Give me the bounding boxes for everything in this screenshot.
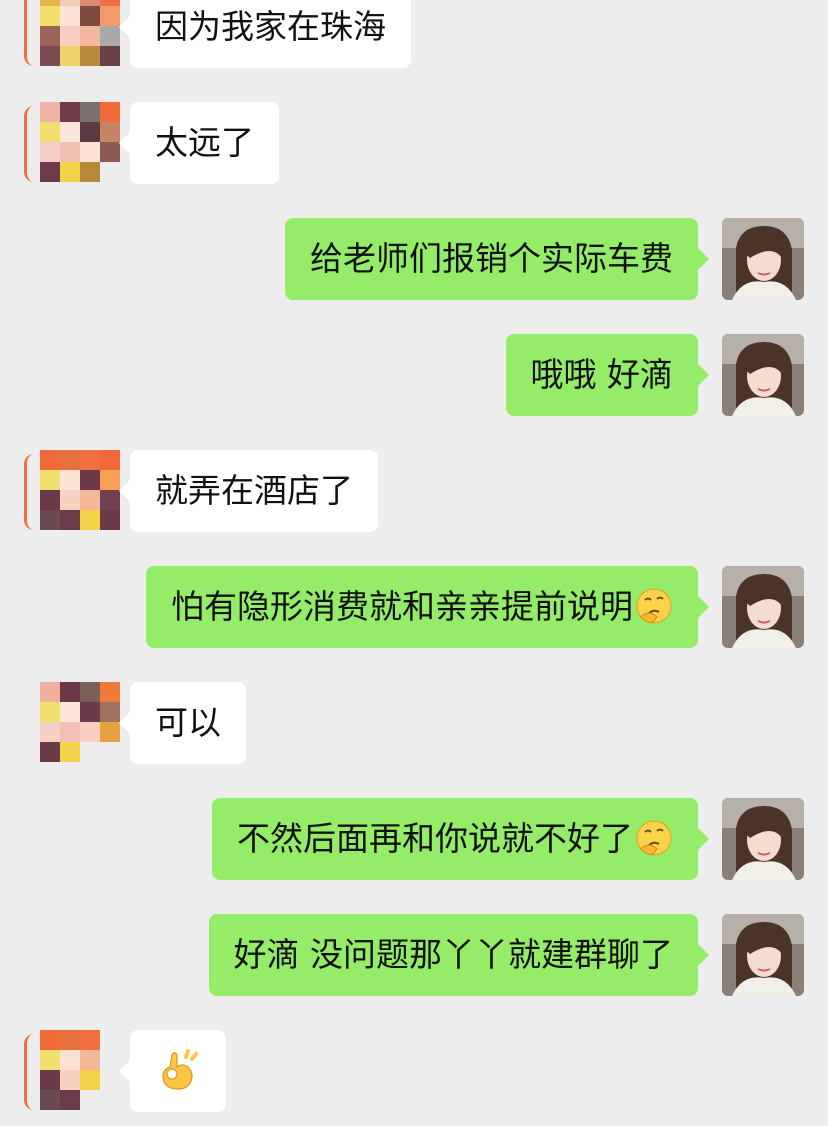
message-bubble-received[interactable]: 太远了 [119, 102, 279, 184]
pixelated-avatar-image [40, 450, 120, 530]
my-avatar[interactable] [722, 798, 804, 880]
contact-avatar[interactable] [24, 0, 120, 82]
message-bubble-sent[interactable]: 哦哦 好滴 [505, 334, 709, 416]
contact-avatar[interactable] [24, 1030, 120, 1126]
message-row: 太远了 [0, 102, 828, 184]
thinking-face-emoji [636, 588, 672, 623]
message-row: 给老师们报销个实际车费 [0, 218, 828, 300]
message-bubble-sent[interactable]: 给老师们报销个实际车费 [285, 218, 709, 300]
pixelated-avatar-image [40, 102, 120, 182]
message-row: 怕有隐形消费就和亲亲提前说明 [0, 566, 828, 648]
my-avatar-photo [722, 334, 804, 416]
message-bubble-received[interactable]: 可以 [119, 682, 246, 764]
message-text: 怕有隐形消费就和亲亲提前说明 [171, 587, 633, 626]
message-row: 可以 [0, 682, 828, 764]
my-avatar-photo [722, 566, 804, 648]
message-row: 好滴 没问题那丫丫就建群聊了 [0, 914, 828, 996]
message-bubble-sent[interactable]: 不然后面再和你说就不好了 [212, 798, 709, 880]
my-avatar[interactable] [722, 334, 804, 416]
chat-view[interactable]: 因为我家在珠海 太远了 给老师们报销个实际车费 哦哦 好滴 就弄在酒店了 怕有隐… [0, 0, 828, 1112]
my-avatar[interactable] [722, 914, 804, 996]
message-row: 不然后面再和你说就不好了 [0, 798, 828, 880]
message-text: 哦哦 好滴 [530, 355, 674, 394]
message-text: 太远了 [155, 123, 254, 162]
message-bubble-received[interactable]: 因为我家在珠海 [119, 0, 411, 68]
message-row: 哦哦 好滴 [0, 334, 828, 416]
message-text: 好滴 没问题那丫丫就建群聊了 [233, 935, 674, 974]
my-avatar-photo [722, 914, 804, 996]
message-bubble-sent[interactable]: 怕有隐形消费就和亲亲提前说明 [146, 566, 709, 648]
message-row: 就弄在酒店了 [0, 450, 828, 532]
ok-hand-emoji [162, 1048, 198, 1090]
contact-avatar[interactable] [24, 682, 120, 778]
message-bubble-sent[interactable]: 好滴 没问题那丫丫就建群聊了 [208, 914, 709, 996]
thinking-face-emoji [636, 820, 672, 855]
pixelated-avatar-image [40, 0, 120, 66]
message-bubble-received[interactable]: 就弄在酒店了 [119, 450, 378, 532]
pixelated-avatar-image [40, 682, 120, 762]
message-text: 因为我家在珠海 [155, 7, 386, 46]
message-bubble-received[interactable] [119, 1030, 226, 1112]
message-text: 不然后面再和你说就不好了 [237, 819, 633, 858]
message-text: 就弄在酒店了 [155, 471, 353, 510]
message-row: 因为我家在珠海 [0, 0, 828, 68]
contact-avatar[interactable] [24, 450, 120, 546]
my-avatar-photo [722, 798, 804, 880]
message-text: 可以 [155, 703, 221, 742]
message-row [0, 1030, 828, 1112]
my-avatar-photo [722, 218, 804, 300]
my-avatar[interactable] [722, 566, 804, 648]
pixelated-avatar-image [40, 1030, 120, 1110]
my-avatar[interactable] [722, 218, 804, 300]
contact-avatar[interactable] [24, 102, 120, 198]
message-text: 给老师们报销个实际车费 [310, 239, 673, 278]
